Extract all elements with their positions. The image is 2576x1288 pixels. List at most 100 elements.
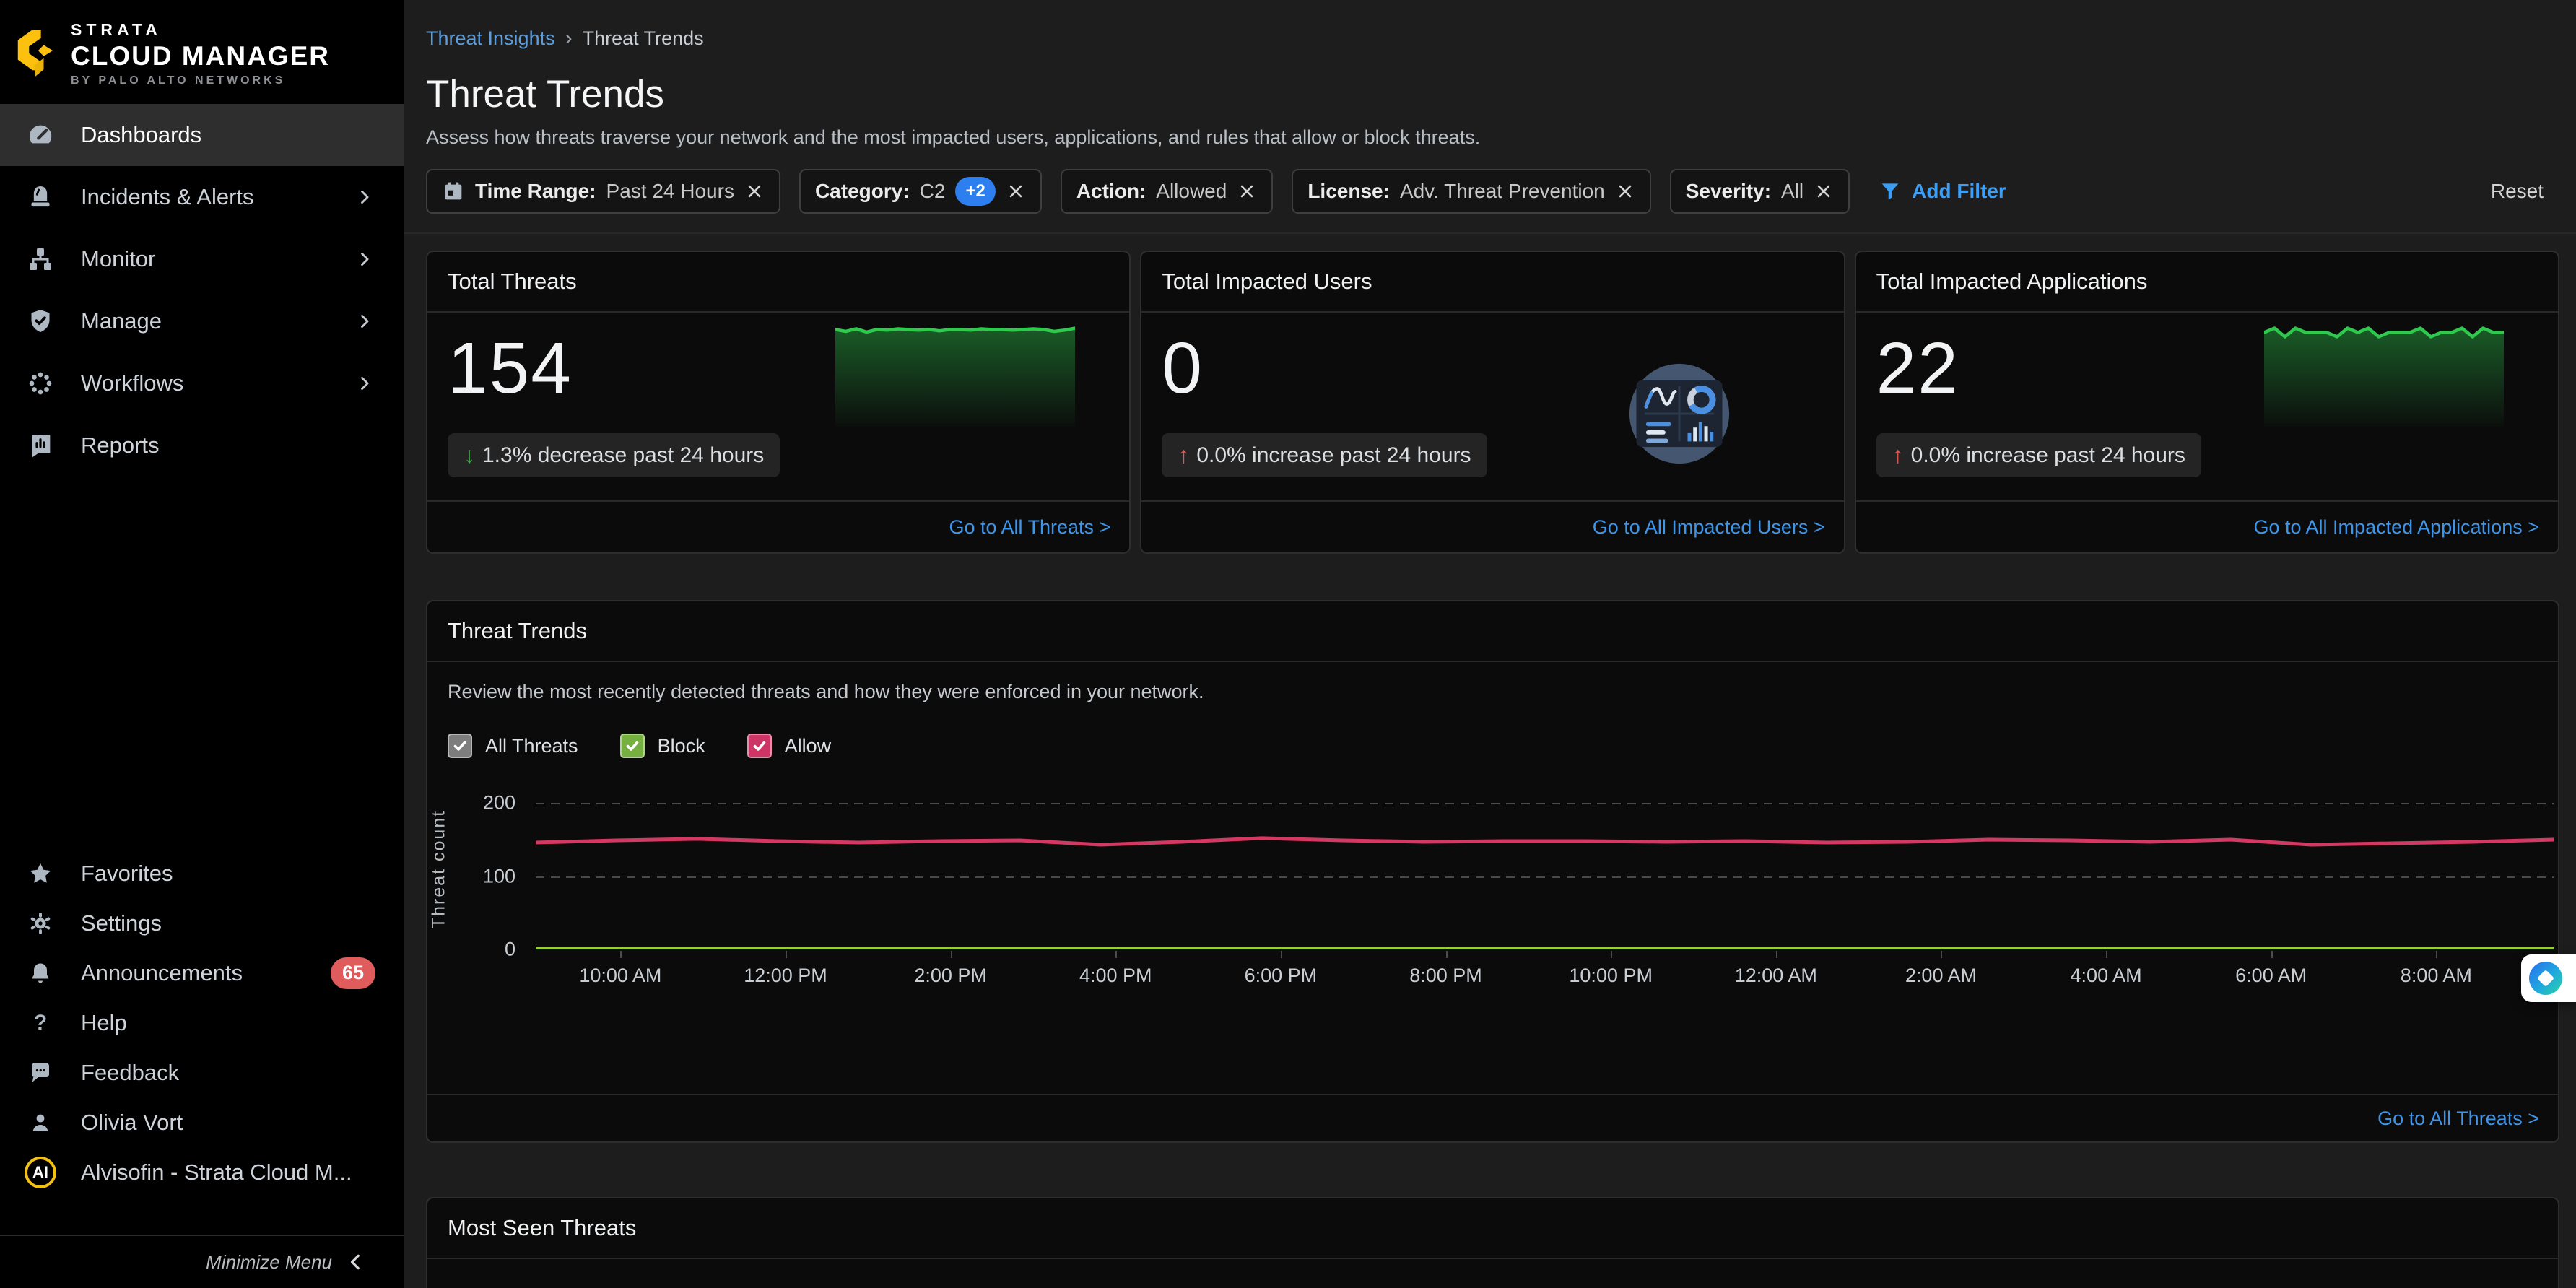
checkbox[interactable]: [620, 734, 645, 758]
add-filter-button[interactable]: Add Filter: [1879, 180, 2006, 203]
section-title: Most Seen Threats: [448, 1215, 636, 1241]
legend-checkbox-item[interactable]: All Threats: [448, 734, 578, 758]
sidebar-item[interactable]: Monitor: [0, 228, 404, 290]
remove-filter-icon[interactable]: [1006, 181, 1026, 201]
delta-up-icon: ↑: [1178, 442, 1189, 469]
breadcrumb-threat-insights[interactable]: Threat Insights: [426, 27, 555, 50]
go-to-all-threats-link[interactable]: Go to All Threats >: [2377, 1108, 2539, 1130]
chevron-right-icon: [354, 310, 375, 332]
legend-checkbox-item[interactable]: Allow: [747, 734, 832, 758]
remove-filter-icon[interactable]: [744, 181, 765, 201]
remove-filter-icon[interactable]: [1615, 181, 1635, 201]
sidebar-spacer: [0, 477, 404, 848]
sidebar-item[interactable]: Settings: [0, 898, 404, 948]
sidebar-item-label: Incidents & Alerts: [81, 184, 254, 210]
threats-sparkline: [835, 321, 1075, 427]
sidebar: STRATA CLOUD MANAGER BY PALO ALTO NETWOR…: [0, 0, 404, 1288]
delta-text: 1.3% decrease past 24 hours: [482, 443, 764, 468]
filter-chips: Time Range: Past 24 Hours Category: C2 +…: [426, 169, 1850, 214]
checkbox[interactable]: [747, 734, 772, 758]
chevron-right-icon: [354, 373, 375, 394]
assistant-logo-icon: [2529, 962, 2562, 995]
go-to-all-impacted-applications-link[interactable]: Go to All Impacted Applications >: [2254, 516, 2539, 539]
breadcrumb-current: Threat Trends: [583, 27, 704, 50]
sidebar-item-icon: [25, 1057, 56, 1089]
filter-chip[interactable]: License: Adv. Threat Prevention: [1292, 169, 1650, 214]
sidebar-item-icon: [25, 305, 56, 337]
go-to-all-impacted-users-link[interactable]: Go to All Impacted Users >: [1593, 516, 1825, 539]
filter-chip-label: Time Range:: [475, 180, 596, 203]
sidebar-item[interactable]: Olivia Vort: [0, 1097, 404, 1147]
chart-plot-area: [536, 788, 2554, 949]
sidebar-item[interactable]: Manage: [0, 290, 404, 352]
legend-checkbox-item[interactable]: Block: [620, 734, 705, 758]
sidebar-item-label: Olivia Vort: [81, 1110, 183, 1136]
sidebar-item-label: Feedback: [81, 1060, 179, 1086]
sidebar-item-icon: [25, 908, 56, 939]
chart-legend: All Threats Block Allow: [448, 734, 2538, 758]
page-subtitle: Assess how threats traverse your network…: [426, 126, 2559, 149]
sidebar-item[interactable]: Incidents & Alerts: [0, 166, 404, 228]
threat-trends-section: Threat Trends Review the most recently d…: [426, 600, 2559, 1143]
funnel-icon: [1879, 180, 1902, 203]
delta-badge: ↑ 0.0% increase past 24 hours: [1876, 433, 2201, 477]
total-impacted-users-value: 0: [1162, 327, 1204, 410]
card-title: Total Impacted Applications: [1876, 269, 2148, 295]
delta-text: 0.0% increase past 24 hours: [1911, 443, 2185, 468]
applications-sparkline: [2264, 321, 2504, 427]
filter-chip[interactable]: Severity: All: [1670, 169, 1850, 214]
chevron-right-icon: [354, 186, 375, 208]
most-seen-threats-section: Most Seen Threats: [426, 1197, 2559, 1288]
filter-chip[interactable]: Action: Allowed: [1061, 169, 1274, 214]
go-to-all-threats-link[interactable]: Go to All Threats >: [949, 516, 1110, 539]
delta-up-icon: ↑: [1892, 442, 1904, 469]
no-data-illustration: [1607, 344, 1752, 483]
card-title: Total Impacted Users: [1162, 269, 1372, 295]
legend-label: Block: [658, 735, 705, 757]
sidebar-item-label: Alvisofin - Strata Cloud M...: [81, 1159, 352, 1185]
app-logo: STRATA CLOUD MANAGER BY PALO ALTO NETWOR…: [0, 0, 404, 88]
filter-chip[interactable]: Time Range: Past 24 Hours: [426, 169, 780, 214]
add-filter-label: Add Filter: [1912, 180, 2006, 203]
filter-chip-label: Category:: [815, 180, 910, 203]
filter-chip[interactable]: Category: C2 +2: [799, 169, 1042, 214]
sidebar-item-label: Dashboards: [81, 122, 201, 148]
assistant-widget-button[interactable]: [2521, 954, 2576, 1002]
delta-badge: ↓ 1.3% decrease past 24 hours: [448, 433, 780, 477]
sidebar-item[interactable]: Reports: [0, 414, 404, 477]
sidebar-item[interactable]: Announcements 65: [0, 948, 404, 998]
minimize-menu-button[interactable]: Minimize Menu: [0, 1235, 404, 1288]
sidebar-item-icon: [25, 1107, 56, 1139]
sidebar-item-label: Reports: [81, 432, 160, 458]
sidebar-item[interactable]: AI Alvisofin - Strata Cloud M...: [0, 1147, 404, 1197]
total-impacted-users-card: Total Impacted Users 0: [1140, 251, 1845, 554]
section-title: Threat Trends: [448, 618, 587, 644]
sidebar-nav-primary: Dashboards Incidents & Alerts Monitor: [0, 104, 404, 477]
filter-bar: Time Range: Past 24 Hours Category: C2 +…: [426, 169, 2559, 214]
filter-chip-value: Allowed: [1156, 180, 1227, 203]
page-title: Threat Trends: [426, 72, 2559, 116]
sidebar-item[interactable]: Favorites: [0, 848, 404, 898]
delta-down-icon: ↓: [464, 442, 475, 469]
total-threats-card: Total Threats 154 ↓ 1.3% decrease past 2…: [426, 251, 1131, 554]
sidebar-nav-secondary: Favorites Settings Announcements 65: [0, 848, 404, 1235]
strata-logo-icon: [13, 29, 55, 78]
sidebar-item-icon: [25, 367, 56, 399]
sidebar-item[interactable]: Workflows: [0, 352, 404, 414]
checkbox[interactable]: [448, 734, 472, 758]
sidebar-item[interactable]: Feedback: [0, 1048, 404, 1097]
remove-filter-icon[interactable]: [1814, 181, 1834, 201]
sidebar-item[interactable]: ? Help: [0, 998, 404, 1048]
reset-filters-button[interactable]: Reset: [2491, 180, 2559, 203]
sidebar-item-label: Workflows: [81, 370, 183, 396]
filter-chip-label: Action:: [1076, 180, 1146, 203]
chevron-right-icon: [354, 248, 375, 270]
sidebar-item-label: Help: [81, 1010, 127, 1036]
svg-text:?: ?: [34, 1011, 47, 1035]
filter-chip-value: Past 24 Hours: [606, 180, 734, 203]
sidebar-item[interactable]: Dashboards: [0, 104, 404, 166]
logo-line-byline: BY PALO ALTO NETWORKS: [71, 74, 330, 87]
filter-chip-extra-count[interactable]: +2: [955, 177, 995, 206]
sidebar-item-label: Settings: [81, 910, 162, 936]
remove-filter-icon[interactable]: [1237, 181, 1257, 201]
